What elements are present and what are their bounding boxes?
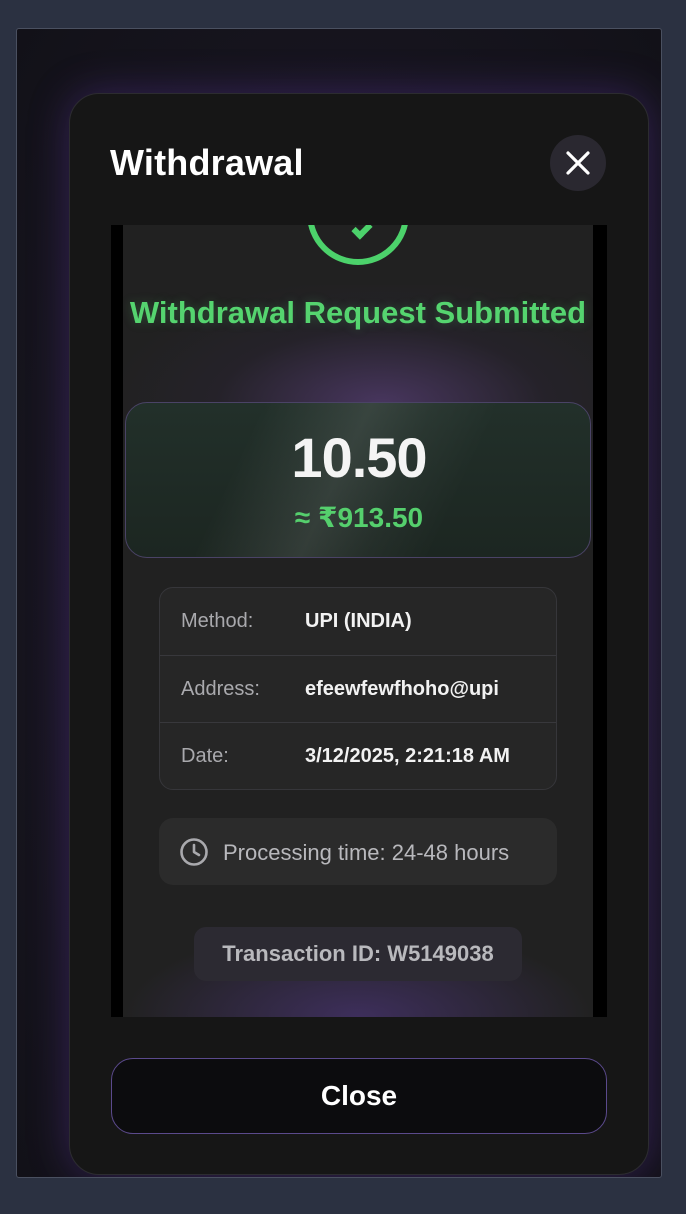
fiat-amount: ≈ ₹913.50: [294, 502, 424, 533]
close-icon: [566, 151, 590, 175]
close-button[interactable]: Close: [111, 1058, 607, 1134]
details-table: Method: UPI (INDIA) Address: efeewfewfho…: [159, 587, 557, 790]
detail-label: Address:: [181, 678, 260, 700]
modal-close-button[interactable]: [550, 135, 606, 191]
transaction-id-badge: Transaction ID: W5149038: [194, 927, 522, 981]
detail-row-method: Method: UPI (INDIA): [160, 588, 556, 655]
withdrawal-modal: Withdrawal Withdrawal Request Submitted …: [69, 93, 649, 1175]
detail-row-address: Address: efeewfewfhoho@upi: [160, 655, 556, 722]
receipt-panel: Withdrawal Request Submitted 10.50 ≈ ₹91…: [123, 225, 593, 1017]
detail-label: Date:: [181, 745, 229, 767]
detail-label: Method:: [181, 610, 254, 632]
processing-time-text: Processing time: 24-48 hours: [223, 840, 510, 865]
withdrawal-amount: 10.50: [291, 426, 427, 489]
clock-icon: [180, 838, 208, 866]
modal-title: Withdrawal: [110, 142, 304, 183]
receipt-scroll-area[interactable]: Withdrawal Request Submitted 10.50 ≈ ₹91…: [111, 225, 607, 1017]
status-title: Withdrawal Request Submitted: [129, 295, 587, 330]
detail-value: 3/12/2025, 2:21:18 AM: [305, 745, 510, 767]
processing-time-notice: Processing time: 24-48 hours: [159, 818, 557, 885]
app-frame: Withdrawal Withdrawal Request Submitted …: [16, 28, 662, 1178]
amount-card: 10.50 ≈ ₹913.50: [125, 402, 591, 558]
detail-row-date: Date: 3/12/2025, 2:21:18 AM: [160, 722, 556, 789]
detail-value: efeewfewfhoho@upi: [305, 678, 499, 700]
detail-value: UPI (INDIA): [305, 610, 412, 632]
